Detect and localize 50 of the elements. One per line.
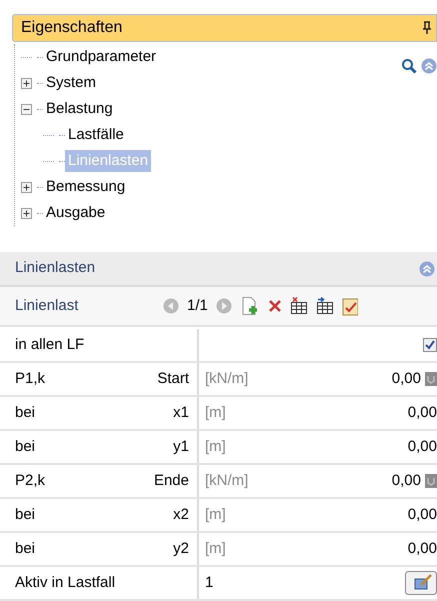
tree-item[interactable]: System: [43, 72, 100, 94]
checkbox[interactable]: [423, 338, 437, 352]
unit-label: [kN/m]: [205, 470, 248, 491]
value-field[interactable]: 0,00: [408, 538, 437, 560]
edit-button[interactable]: [405, 571, 437, 595]
expand-icon[interactable]: [20, 182, 32, 192]
section-title: Linienlasten: [15, 258, 96, 278]
toolbar-label: Linienlast: [15, 296, 80, 316]
value-field[interactable]: 0,00: [408, 402, 437, 424]
property-label: bei: [15, 436, 36, 457]
property-label: bei: [15, 504, 36, 525]
unit-label: [m]: [205, 538, 226, 559]
search-icon[interactable]: [401, 58, 417, 74]
unit-label: [m]: [205, 504, 226, 525]
value-field[interactable]: 1: [205, 572, 214, 594]
value-field[interactable]: 0,00: [408, 504, 437, 526]
tree-item[interactable]: Bemessung: [43, 176, 128, 198]
tree-item[interactable]: Belastung: [43, 98, 116, 120]
pin-icon[interactable]: [422, 21, 432, 35]
expand-icon[interactable]: [20, 208, 32, 218]
value-field[interactable]: 0,00: [392, 368, 421, 390]
property-sublabel: x2: [173, 504, 189, 525]
delete-icon[interactable]: [268, 299, 282, 313]
collapse-icon[interactable]: [20, 104, 32, 114]
value-field[interactable]: 0,00: [408, 436, 437, 458]
property-label: bei: [15, 402, 36, 423]
new-document-icon[interactable]: [240, 296, 260, 316]
value-field[interactable]: 0,00: [392, 470, 421, 492]
expand-icon[interactable]: [20, 78, 32, 88]
tree-item[interactable]: Grundparameter: [43, 46, 160, 68]
tree-item[interactable]: Lastfälle: [65, 124, 127, 146]
delete-table-icon[interactable]: [290, 297, 308, 315]
panel-title: Eigenschaften: [21, 18, 122, 38]
record-counter: 1/1: [187, 296, 208, 316]
unit-label: [kN/m]: [205, 368, 248, 389]
clipboard-check-icon[interactable]: [342, 296, 358, 316]
unit-label: [m]: [205, 436, 226, 457]
property-label: in allen LF: [15, 334, 84, 355]
import-table-icon[interactable]: [316, 297, 334, 315]
property-sublabel: y1: [173, 436, 189, 457]
property-sublabel: y2: [173, 538, 189, 559]
property-sublabel: Start: [157, 368, 189, 389]
tree-item[interactable]: Ausgabe: [43, 202, 108, 224]
property-sublabel: x1: [173, 402, 189, 423]
property-label: bei: [15, 538, 36, 559]
property-sublabel: Ende: [154, 470, 189, 491]
property-label: Aktiv in Lastfall: [15, 572, 116, 593]
unit-label: [m]: [205, 402, 226, 423]
property-label: P2,k: [15, 470, 46, 491]
property-label: P1,k: [15, 368, 46, 389]
